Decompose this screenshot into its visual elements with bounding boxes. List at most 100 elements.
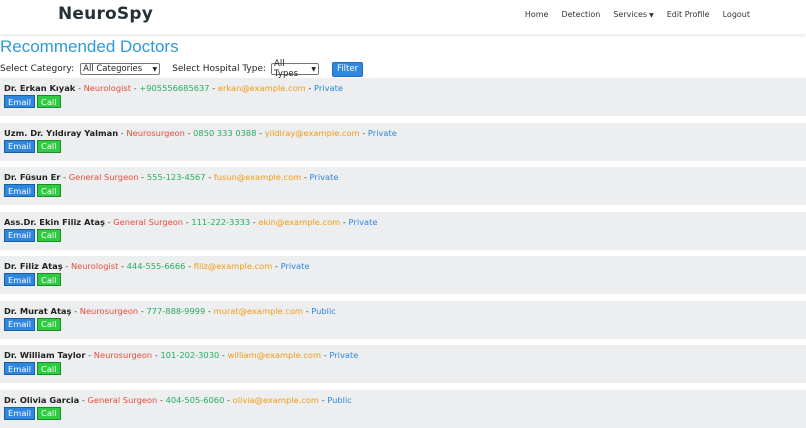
doctor-phone: 111-222-3333 xyxy=(191,216,251,227)
nav-home[interactable]: Home xyxy=(525,10,549,19)
doctor-specialty: Neurosurgeon xyxy=(126,127,185,138)
doctor-phone: 404-505-6060 xyxy=(165,394,225,405)
email-button[interactable]: Email xyxy=(4,228,36,242)
separator: - xyxy=(185,261,194,271)
separator: - xyxy=(62,261,71,271)
separator: - xyxy=(138,172,147,182)
doctor-hospital-type: Private xyxy=(280,261,310,271)
hospital-type-select[interactable]: All Types ▼ xyxy=(271,59,320,79)
doctor-info: Uzm. Dr. Yıldıray Yalman - Neurosurgeon … xyxy=(4,128,397,138)
doctor-card: Uzm. Dr. Yıldıray Yalman - Neurosurgeon … xyxy=(0,122,806,161)
separator: - xyxy=(71,305,80,316)
separator: - xyxy=(205,172,214,182)
email-button[interactable]: Email xyxy=(4,184,36,197)
hospital-type-select-value: All Types xyxy=(274,59,298,79)
doctor-specialty: General Surgeon xyxy=(113,216,184,227)
category-label: Select Category: xyxy=(0,64,75,74)
doctor-name: Uzm. Dr. Yıldıray Yalman xyxy=(4,127,119,138)
doctor-actions: Email Call xyxy=(4,362,61,375)
doctor-info: Dr. Murat Ataş - Neurosurgeon - 777-888-… xyxy=(4,306,336,316)
doctor-actions: Email Call xyxy=(4,273,61,286)
email-button[interactable]: Email xyxy=(4,317,36,331)
caret-down-icon: ▼ xyxy=(649,12,654,19)
separator: - xyxy=(359,127,368,138)
doctor-phone: 101-202-3030 xyxy=(160,350,220,360)
separator: - xyxy=(75,83,84,93)
email-button[interactable]: Email xyxy=(4,362,36,375)
separator: - xyxy=(85,350,94,360)
email-button[interactable]: Email xyxy=(4,406,36,420)
filter-row: Select Category: All Categories ▼ Select… xyxy=(0,59,364,79)
call-button[interactable]: Call xyxy=(37,317,61,331)
call-button[interactable]: Call xyxy=(37,139,61,153)
call-button[interactable]: Call xyxy=(37,273,61,286)
nav-logout[interactable]: Logout xyxy=(723,10,750,19)
separator: - xyxy=(104,216,114,227)
call-button[interactable]: Call xyxy=(37,228,61,242)
doctor-specialty: Neurologist xyxy=(70,261,119,271)
doctor-phone: 0850 333 0388 xyxy=(193,127,257,138)
brand-logo[interactable]: NeuroSpy xyxy=(58,4,153,24)
email-button[interactable]: Email xyxy=(4,139,36,153)
nav-services[interactable]: Services ▼ xyxy=(613,10,653,19)
doctor-email: filiz@example.com xyxy=(193,261,273,271)
doctor-actions: Email Call xyxy=(4,317,61,331)
doctor-card: Dr. Erkan Kıyak - Neurologist - +9055566… xyxy=(0,78,806,116)
nav-links: Home Detection Services ▼ Edit Profile Lo… xyxy=(525,10,750,19)
doctor-card: Dr. Filiz Ataş - Neurologist - 444-555-6… xyxy=(0,256,806,294)
separator: - xyxy=(184,127,194,138)
hospital-type-label: Select Hospital Type: xyxy=(172,64,267,74)
call-button[interactable]: Call xyxy=(37,406,61,420)
doctor-email: william@example.com xyxy=(227,350,322,360)
doctor-email: ekin@example.com xyxy=(258,216,341,227)
doctor-info: Dr. Füsun Er - General Surgeon - 555-123… xyxy=(4,172,338,182)
call-button[interactable]: Call xyxy=(37,95,61,108)
doctor-actions: Email Call xyxy=(4,184,61,197)
separator: - xyxy=(205,305,214,316)
category-select[interactable]: All Categories ▼ xyxy=(80,63,161,75)
doctor-name: Dr. Murat Ataş xyxy=(4,305,72,316)
doctor-name: Dr. Erkan Kıyak xyxy=(4,83,76,93)
doctor-email: olivia@example.com xyxy=(232,394,320,405)
nav-edit-profile[interactable]: Edit Profile xyxy=(667,10,710,19)
call-button[interactable]: Call xyxy=(37,184,61,197)
doctor-hospital-type: Public xyxy=(327,394,352,405)
separator: - xyxy=(301,172,310,182)
separator: - xyxy=(305,83,315,93)
doctor-name: Dr. Filiz Ataş xyxy=(4,261,63,271)
email-button[interactable]: Email xyxy=(4,95,36,108)
nav-detection[interactable]: Detection xyxy=(561,10,600,19)
chevron-down-icon: ▼ xyxy=(152,65,158,73)
page-title: Recommended Doctors xyxy=(0,37,179,56)
separator: - xyxy=(224,394,233,405)
doctor-actions: Email Call xyxy=(4,228,61,242)
call-button[interactable]: Call xyxy=(37,362,61,375)
doctor-specialty: General Surgeon xyxy=(87,394,158,405)
doctor-card: Dr. Olivia Garcia - General Surgeon - 40… xyxy=(0,389,806,428)
doctor-hospital-type: Private xyxy=(348,216,378,227)
doctor-card: Dr. William Taylor - Neurosurgeon - 101-… xyxy=(0,345,806,383)
category-select-value: All Categories xyxy=(83,64,143,74)
doctor-hospital-type: Private xyxy=(329,350,359,360)
doctor-phone: 444-555-6666 xyxy=(126,261,186,271)
filter-button[interactable]: Filter xyxy=(332,61,364,77)
separator: - xyxy=(272,261,281,271)
doctor-email: fusun@example.com xyxy=(213,172,302,182)
doctor-name: Dr. Olivia Garcia xyxy=(4,394,80,405)
email-button[interactable]: Email xyxy=(4,273,36,286)
doctor-specialty: Neurologist xyxy=(83,83,131,93)
doctor-specialty: Neurosurgeon xyxy=(79,305,139,316)
separator: - xyxy=(60,172,69,182)
doctor-hospital-type: Public xyxy=(311,305,336,316)
separator: - xyxy=(209,83,218,93)
doctor-card: Dr. Füsun Er - General Surgeon - 555-123… xyxy=(0,167,806,205)
doctor-hospital-type: Private xyxy=(314,83,343,93)
doctor-specialty: Neurosurgeon xyxy=(93,350,153,360)
doctor-actions: Email Call xyxy=(4,139,61,153)
separator: - xyxy=(256,127,265,138)
doctor-specialty: General Surgeon xyxy=(68,172,139,182)
doctor-name: Ass.Dr. Ekin Filiz Ataş xyxy=(4,216,105,227)
doctor-email: murat@example.com xyxy=(213,305,303,316)
doctor-info: Dr. Filiz Ataş - Neurologist - 444-555-6… xyxy=(4,261,310,271)
doctor-actions: Email Call xyxy=(4,95,61,108)
